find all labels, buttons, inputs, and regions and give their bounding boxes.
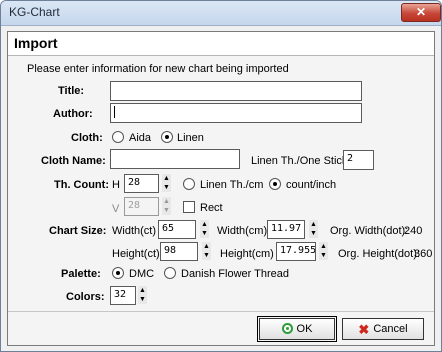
title-bar[interactable]: KG-Chart ✕ [1, 1, 441, 26]
spin-down-icon[interactable]: ▼ [202, 251, 211, 260]
colors-label: Colors: [66, 291, 105, 303]
spin-down-icon[interactable]: ▼ [309, 229, 318, 238]
width-cm-stepper[interactable]: ▲ ▼ [309, 220, 318, 238]
width-ct-stepper[interactable]: ▲ ▼ [200, 220, 209, 238]
width-ct-input[interactable]: 65 [158, 220, 196, 239]
ok-circle-icon [281, 323, 293, 334]
palette-label: Palette: [61, 268, 101, 280]
spin-down-icon: ▼ [162, 206, 171, 215]
page-title: Import [14, 35, 58, 51]
width-ct-label: Width(ct) [112, 225, 156, 237]
v-count-input: 28 [124, 197, 159, 216]
spin-down-icon[interactable]: ▼ [138, 295, 147, 304]
cancel-button[interactable]: ✖ Cancel [342, 318, 424, 340]
colors-input[interactable]: 32 [110, 286, 136, 305]
v-count-stepper: ▲ ▼ [162, 197, 171, 215]
close-icon[interactable]: ✕ [401, 3, 441, 22]
unit-linen-cm-radio[interactable] [183, 178, 195, 190]
spin-up-icon[interactable]: ▲ [138, 286, 147, 295]
window-title: KG-Chart [9, 5, 60, 19]
spin-down-icon[interactable]: ▼ [162, 183, 171, 192]
org-width-value: 240 [404, 225, 423, 237]
height-ct-stepper[interactable]: ▲ ▼ [202, 242, 211, 260]
thread-count-label: Th. Count: [54, 179, 109, 191]
cloth-linen-label: Linen [177, 132, 204, 144]
spin-up-icon[interactable]: ▲ [319, 242, 328, 251]
spin-down-icon[interactable]: ▼ [319, 251, 328, 260]
dialog-panel: Import Please enter information for new … [7, 31, 435, 346]
spin-up-icon[interactable]: ▲ [202, 242, 211, 251]
spin-down-icon[interactable]: ▼ [200, 229, 209, 238]
height-cm-stepper[interactable]: ▲ ▼ [319, 242, 328, 260]
height-cm-input[interactable]: 17.955 [276, 242, 316, 261]
spin-up-icon[interactable]: ▲ [162, 174, 171, 183]
text-caret [114, 106, 115, 118]
author-input[interactable] [110, 103, 362, 123]
intro-text: Please enter information for new chart b… [27, 63, 289, 75]
palette-dmc-radio[interactable] [112, 267, 124, 279]
height-ct-input[interactable]: 98 [160, 242, 198, 261]
cloth-aida-label: Aida [129, 132, 152, 144]
unit-count-inch-label: count/inch [286, 179, 337, 191]
linen-thread-input[interactable]: 2 [343, 150, 374, 170]
palette-dmc-label: DMC [129, 268, 155, 280]
ok-button[interactable]: OK [257, 316, 337, 342]
spin-up-icon[interactable]: ▲ [200, 220, 209, 229]
cancel-x-icon: ✖ [358, 322, 370, 337]
cloth-name-input[interactable] [110, 149, 240, 169]
cloth-name-label: Cloth Name: [41, 155, 106, 167]
title-input[interactable] [110, 81, 362, 101]
height-ct-label: Height(ct) [112, 248, 160, 260]
title-label: Title: [58, 85, 85, 97]
linen-thread-label: Linen Th./One Stich [251, 155, 349, 167]
rect-label: Rect [200, 202, 223, 214]
width-cm-label: Width(cm) [217, 225, 268, 237]
unit-count-inch-radio[interactable] [269, 178, 281, 190]
palette-danish-radio[interactable] [164, 267, 176, 279]
h-count-stepper[interactable]: ▲ ▼ [162, 174, 171, 192]
divider [8, 311, 434, 312]
dialog-header: Import [8, 32, 434, 56]
width-cm-input[interactable]: 11.97 [267, 220, 305, 239]
cloth-linen-radio[interactable] [161, 131, 173, 143]
unit-linen-cm-label: Linen Th./cm [200, 179, 264, 191]
spin-up-icon[interactable]: ▲ [309, 220, 318, 229]
org-height-value: 360 [414, 248, 433, 260]
rect-checkbox[interactable] [183, 201, 195, 213]
h-label: H [112, 179, 120, 191]
author-label: Author: [53, 108, 93, 120]
org-height-label: Org. Height(dot): [338, 248, 420, 260]
cloth-aida-radio[interactable] [112, 131, 124, 143]
v-label: V [112, 203, 120, 215]
cloth-label: Cloth: [71, 132, 103, 144]
chart-size-label: Chart Size: [49, 225, 107, 237]
colors-stepper[interactable]: ▲ ▼ [138, 286, 147, 304]
height-cm-label: Height(cm) [220, 248, 274, 260]
palette-danish-label: Danish Flower Thread [181, 268, 290, 280]
org-width-label: Org. Width(dot): [330, 225, 409, 237]
import-window: KG-Chart ✕ Import Please enter informati… [0, 0, 442, 352]
h-count-input[interactable]: 28 [124, 174, 159, 193]
spin-up-icon: ▲ [162, 197, 171, 206]
